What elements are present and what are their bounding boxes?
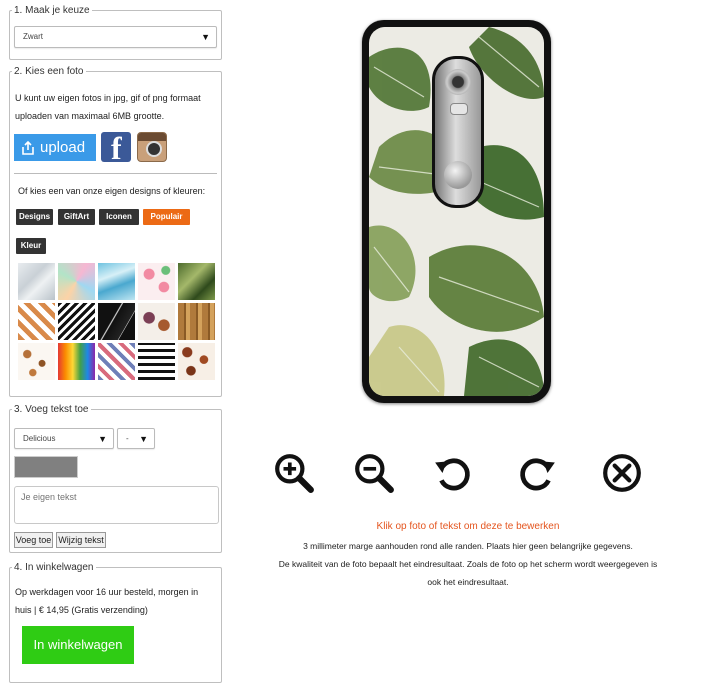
- rotate-left-icon[interactable]: [432, 452, 474, 494]
- upload-description: U kunt uw eigen fotos in jpg, gif of png…: [15, 93, 201, 121]
- phone-color-value: Zwart: [23, 32, 43, 41]
- category-giftart[interactable]: GiftArt: [58, 209, 95, 225]
- upload-button[interactable]: upload: [14, 134, 96, 161]
- step3-panel: 3. Voeg tekst toe Delicious ▼ - ▼ Voeg t…: [9, 404, 222, 553]
- design-thumbnail[interactable]: [138, 343, 175, 380]
- step1-panel: 1. Maak je keuze Zwart ▼: [9, 5, 222, 60]
- step1-legend: 1. Maak je keuze: [12, 5, 92, 17]
- add-to-cart-button[interactable]: In winkelwagen: [22, 626, 134, 664]
- design-thumbnail[interactable]: [98, 343, 135, 380]
- design-thumbnail[interactable]: [98, 303, 135, 340]
- quality-note: De kwaliteit van de foto bepaalt het ein…: [278, 559, 658, 569]
- font-select[interactable]: Delicious ▼: [14, 428, 114, 449]
- design-thumbnail[interactable]: [178, 303, 215, 340]
- camera-lens: [445, 69, 471, 95]
- delivery-info: Op werkdagen voor 16 uur besteld, morgen…: [15, 587, 199, 615]
- category-populair[interactable]: Populair: [143, 209, 190, 225]
- design-thumbnail[interactable]: [98, 263, 135, 300]
- zoom-in-icon[interactable]: [273, 452, 315, 494]
- chevron-down-icon: ▼: [201, 32, 210, 42]
- category-kleur[interactable]: Kleur: [16, 238, 46, 254]
- design-thumbnail[interactable]: [18, 343, 55, 380]
- delete-icon[interactable]: [601, 452, 643, 494]
- upload-icon: [22, 140, 34, 155]
- font-value: Delicious: [23, 434, 56, 443]
- step2-legend: 2. Kies een foto: [12, 66, 86, 78]
- design-thumbnail[interactable]: [58, 303, 95, 340]
- design-thumbnail[interactable]: [138, 263, 175, 300]
- design-thumbnail[interactable]: [58, 343, 95, 380]
- click-hint: Klik op foto of tekst om deze te bewerke…: [376, 521, 560, 532]
- design-thumbnail[interactable]: [178, 343, 215, 380]
- design-thumbnail[interactable]: [178, 263, 215, 300]
- font-size-select[interactable]: - ▼: [117, 428, 155, 449]
- phone-color-select[interactable]: Zwart ▼: [14, 26, 217, 48]
- chevron-down-icon: ▼: [98, 434, 107, 444]
- margin-note: 3 millimeter marge aanhouden rond alle r…: [303, 541, 633, 551]
- design-thumbnail[interactable]: [18, 263, 55, 300]
- category-designs[interactable]: Designs: [16, 209, 53, 225]
- phone-case-preview[interactable]: [362, 20, 551, 403]
- design-thumbnail[interactable]: [18, 303, 55, 340]
- upload-label: upload: [40, 139, 86, 156]
- quality-note-continued: ook het eindresultaat.: [427, 577, 509, 587]
- add-text-button[interactable]: Voeg toe: [14, 532, 53, 548]
- design-thumbnail[interactable]: [138, 303, 175, 340]
- fingerprint-sensor: [444, 161, 472, 189]
- facebook-icon[interactable]: f: [101, 132, 131, 162]
- zoom-out-icon[interactable]: [353, 452, 395, 494]
- designs-intro: Of kies een van onze eigen designs of kl…: [18, 186, 206, 196]
- camera-module: [432, 56, 484, 208]
- font-size-value: -: [126, 434, 129, 443]
- divider: [14, 173, 217, 174]
- design-thumbnail[interactable]: [58, 263, 95, 300]
- text-color-swatch[interactable]: [14, 456, 78, 478]
- instagram-icon[interactable]: [137, 132, 167, 162]
- step3-legend: 3. Voeg tekst toe: [12, 404, 91, 416]
- chevron-down-icon: ▼: [139, 434, 148, 444]
- camera-flash: [450, 103, 468, 115]
- step4-legend: 4. In winkelwagen: [12, 562, 96, 574]
- custom-text-input[interactable]: [14, 486, 219, 524]
- step4-panel: 4. In winkelwagen Op werkdagen voor 16 u…: [9, 562, 222, 683]
- step2-panel: 2. Kies een foto U kunt uw eigen fotos i…: [9, 66, 222, 397]
- rotate-right-icon[interactable]: [516, 452, 558, 494]
- category-iconen[interactable]: Iconen: [99, 209, 139, 225]
- edit-text-button[interactable]: Wijzig tekst: [56, 532, 106, 548]
